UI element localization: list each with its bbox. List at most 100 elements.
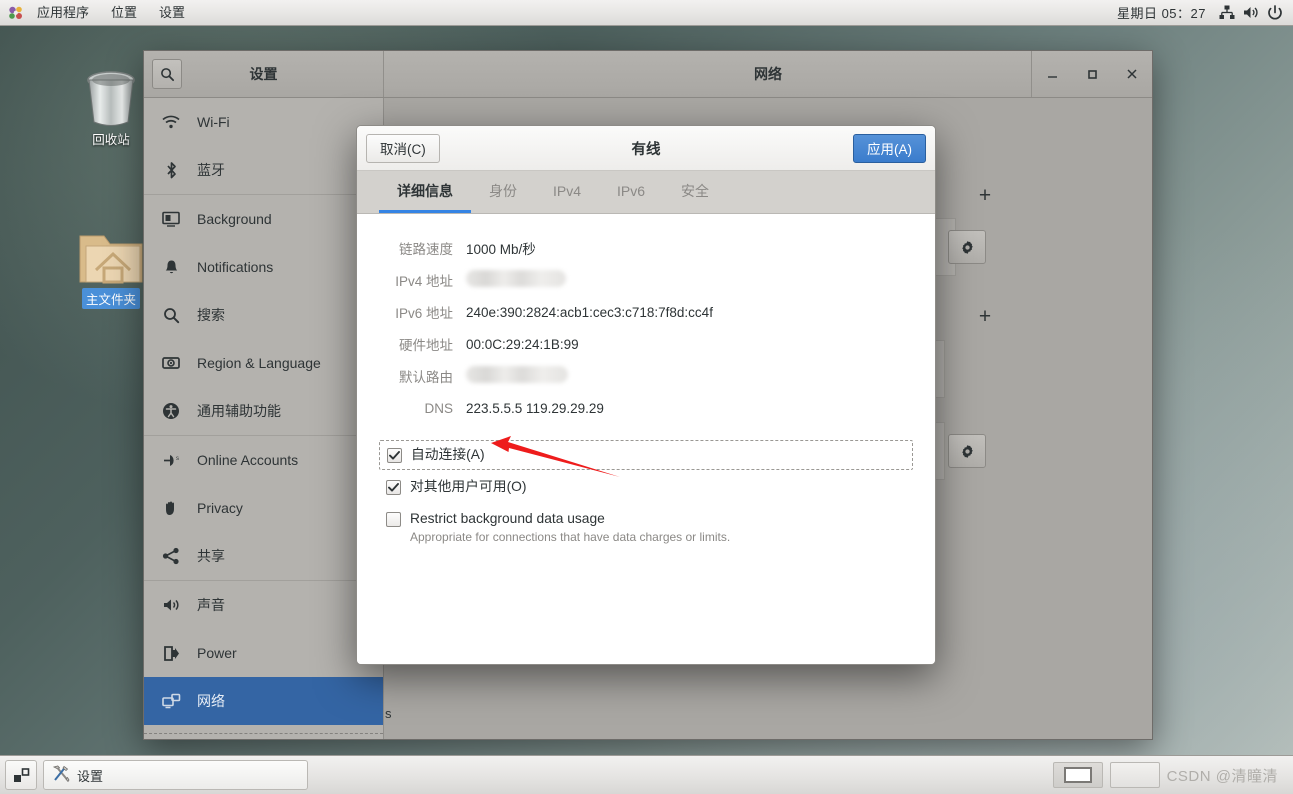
sidebar-item-background[interactable]: Background: [144, 195, 383, 243]
bottom-panel-right: CSDN @清瞳清: [1052, 762, 1288, 788]
detail-label: DNS: [424, 400, 453, 416]
sidebar-item-notifications[interactable]: Notifications: [144, 243, 383, 291]
top-panel-tray: 星期日 05：27: [1109, 0, 1293, 25]
sidebar-item-online-accounts[interactable]: s Online Accounts: [144, 436, 383, 484]
page-title: 网络: [754, 66, 782, 82]
volume-icon: [1243, 7, 1258, 18]
autoconnect-checkbox[interactable]: [387, 448, 402, 463]
detail-value: [466, 270, 566, 290]
sidebar-item-label: Online Accounts: [197, 452, 299, 468]
background-icon: [161, 211, 181, 227]
dialog-options: 自动连接(A) 对其他用户可用(O) Restrict background d…: [379, 440, 913, 549]
detail-value: 00:0C:29:24:1B:99: [466, 336, 579, 352]
sidebar-item-sound[interactable]: 声音: [144, 581, 383, 629]
settings-title: 设置: [249, 66, 278, 82]
content-stray-text: s: [385, 706, 392, 721]
restrict-background-data-row[interactable]: Restrict background data usage Appropria…: [379, 506, 913, 549]
sidebar-item-label: 网络: [197, 693, 225, 709]
privacy-hand-icon: [161, 500, 181, 517]
available-to-others-checkbox-row[interactable]: 对其他用户可用(O): [379, 474, 913, 500]
top-panel: 应用程序 位置 设置 星期日 05：27: [0, 0, 1293, 26]
detail-row-ipv6: IPv6 地址 240e:390:2824:acb1:cec3:c718:7f8…: [379, 296, 913, 328]
tab-ipv6[interactable]: IPv6: [599, 171, 663, 213]
detail-value: 1000 Mb/秒: [466, 242, 536, 257]
sidebar-item-label: Power: [197, 645, 237, 661]
detail-value: [466, 366, 568, 386]
bottom-panel: 设置 CSDN @清瞳清: [0, 755, 1293, 794]
check-icon: [388, 483, 399, 492]
gear-icon: [961, 444, 973, 458]
region-icon: [161, 356, 181, 370]
restrict-background-data-description: Appropriate for connections that have da…: [410, 530, 731, 544]
cancel-button[interactable]: 取消(C): [366, 133, 440, 163]
available-to-others-label: 对其他用户可用(O): [410, 479, 527, 494]
sidebar-item-wifi[interactable]: Wi-Fi: [144, 98, 383, 146]
menu-applications[interactable]: 应用程序: [26, 1, 100, 25]
workspace-preview: [1063, 767, 1092, 783]
sidebar-item-label: 声音: [197, 597, 225, 613]
sidebar-item-region-language[interactable]: Region & Language: [144, 339, 383, 387]
detail-label: IPv6 地址: [395, 306, 453, 321]
connection-settings-button-2[interactable]: [948, 434, 986, 468]
sidebar-item-label: 蓝牙: [197, 162, 225, 178]
autoconnect-checkbox-row[interactable]: 自动连接(A): [379, 440, 913, 470]
sidebar-item-network[interactable]: 网络: [144, 677, 383, 725]
clock[interactable]: 星期日 05：27: [1109, 0, 1214, 25]
wired-connection-dialog: 取消(C) 有线 应用(A) 详细信息 身份 IPv4 IPv6 安全 链路速度…: [356, 125, 936, 665]
detail-row-link-speed: 链路速度 1000 Mb/秒: [379, 232, 913, 264]
bell-icon: [161, 259, 181, 276]
workspace-switcher-2[interactable]: [1109, 762, 1160, 788]
share-icon: [161, 547, 181, 565]
detail-value: 240e:390:2824:acb1:cec3:c718:7f8d:cc4f: [466, 304, 713, 320]
dialog-body: 链路速度 1000 Mb/秒 IPv4 地址 IPv6 地址 240e:390:…: [357, 214, 935, 664]
add-connection-button-1[interactable]: +: [971, 182, 999, 210]
sidebar-item-sharing[interactable]: 共享: [144, 532, 383, 580]
volume-tray-button[interactable]: [1240, 2, 1262, 24]
show-desktop-button[interactable]: [5, 760, 37, 790]
settings-window-titlebar: 设置 网络: [144, 51, 1152, 98]
available-to-others-checkbox[interactable]: [386, 480, 401, 495]
sidebar-item-bluetooth[interactable]: 蓝牙: [144, 146, 383, 194]
tab-ipv4[interactable]: IPv4: [535, 171, 599, 213]
desktop-icon-label: 主文件夹: [81, 288, 140, 309]
power-plug-icon: [161, 645, 181, 662]
content-header: 网络: [384, 51, 1152, 97]
connection-settings-button-1[interactable]: [948, 230, 986, 264]
sidebar-item-label: 共享: [197, 548, 225, 564]
sound-icon: [161, 597, 181, 613]
sidebar-item-power[interactable]: Power: [144, 629, 383, 677]
tab-security[interactable]: 安全: [663, 171, 727, 213]
sidebar-item-accessibility[interactable]: 通用辅助功能: [144, 387, 383, 435]
desktop-screen: 回收站 主文件夹 设置 网络 Wi-Fi 蓝牙 Background Notif…: [0, 0, 1293, 794]
sidebar-item-label: 搜索: [197, 307, 225, 323]
sidebar-item-label: Region & Language: [197, 355, 321, 371]
search-button[interactable]: [152, 59, 182, 89]
settings-sidebar: Wi-Fi 蓝牙 Background Notifications 搜索 Reg…: [144, 98, 384, 739]
taskbar-item-settings[interactable]: 设置: [43, 760, 308, 790]
workspace-switcher-1[interactable]: [1052, 762, 1103, 788]
network-tray-button[interactable]: [1216, 2, 1238, 24]
menu-settings[interactable]: 设置: [148, 1, 196, 25]
dialog-tabs: 详细信息 身份 IPv4 IPv6 安全: [357, 171, 935, 214]
network-icon: [1219, 5, 1235, 19]
sidebar-item-privacy[interactable]: Privacy: [144, 484, 383, 532]
power-icon: [1268, 4, 1282, 20]
sidebar-item-label: Privacy: [197, 500, 243, 516]
detail-label: 硬件地址: [399, 338, 453, 353]
desktop-icon-label: 回收站: [92, 133, 130, 147]
network-icon: [161, 693, 181, 709]
add-connection-button-2[interactable]: +: [971, 303, 999, 331]
sidebar-item-search[interactable]: 搜索: [144, 291, 383, 339]
dialog-header: 取消(C) 有线 应用(A): [357, 126, 935, 171]
search-icon: [161, 307, 181, 324]
tab-identity[interactable]: 身份: [471, 171, 535, 213]
tab-details[interactable]: 详细信息: [379, 171, 471, 213]
apply-button[interactable]: 应用(A): [853, 133, 926, 163]
restrict-background-data-checkbox[interactable]: [386, 512, 401, 527]
power-tray-button[interactable]: [1264, 2, 1286, 24]
svg-text:s: s: [176, 456, 179, 462]
redacted-value: [466, 366, 568, 383]
sidebar-item-label: Notifications: [197, 259, 274, 275]
menu-places[interactable]: 位置: [100, 1, 148, 25]
sidebar-item-label: Background: [197, 211, 272, 227]
